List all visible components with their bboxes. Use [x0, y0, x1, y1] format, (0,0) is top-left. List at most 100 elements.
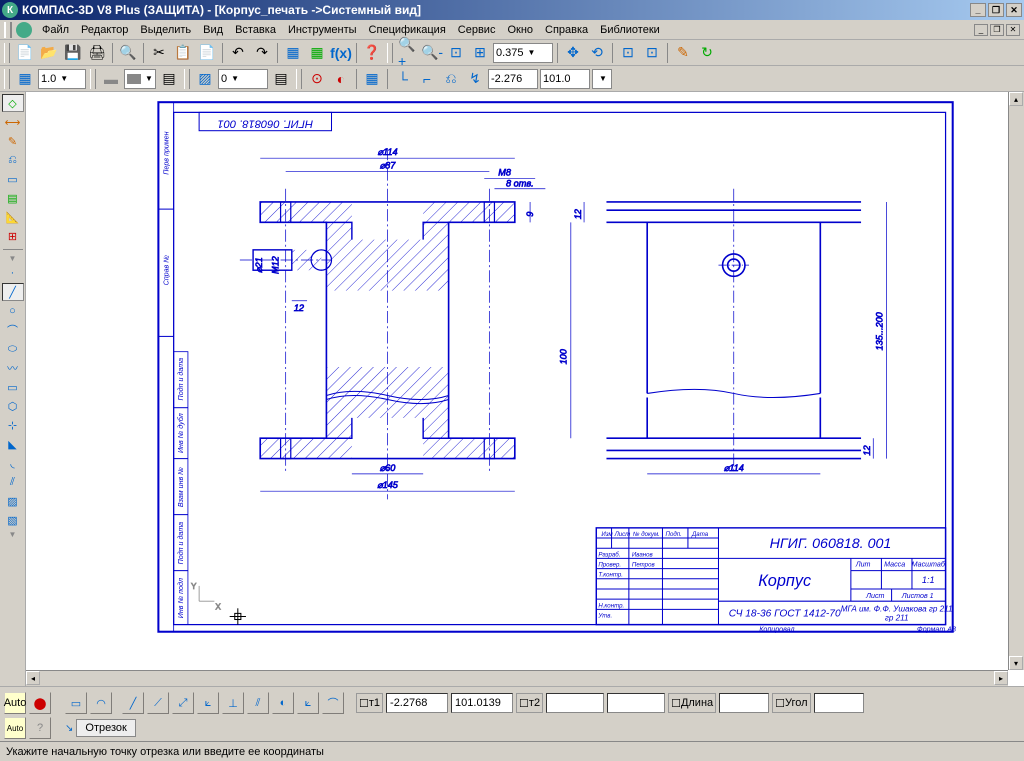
angle-lock[interactable]: ☐Угол — [772, 693, 810, 713]
zoom-out-button[interactable]: 🔍- — [421, 42, 443, 64]
tab-segment[interactable]: Отрезок — [76, 719, 135, 737]
toolbar-handle[interactable] — [184, 69, 190, 89]
region-tool[interactable]: ▧ — [2, 511, 24, 529]
menu-select[interactable]: Выделить — [134, 22, 197, 38]
restore-button[interactable]: ❐ — [988, 3, 1004, 17]
line-type-3[interactable]: ⤢ — [172, 692, 194, 714]
menu-lib[interactable]: Библиотеки — [594, 22, 666, 38]
ellipse-tool[interactable]: ⬭ — [2, 340, 24, 358]
fillet-tool[interactable]: ◟ — [2, 454, 24, 472]
chamfer-tool[interactable]: ◣ — [2, 435, 24, 453]
refresh-button[interactable]: ↻ — [696, 42, 718, 64]
t2-lock[interactable]: ☐т2 — [516, 693, 543, 713]
line-type-1[interactable]: ╱ — [122, 692, 144, 714]
hatch-tool[interactable]: ▨ — [2, 492, 24, 510]
coord-x-input[interactable] — [488, 69, 538, 89]
dim-button[interactable]: └ — [392, 68, 414, 90]
child-restore-button[interactable]: ❐ — [990, 24, 1004, 36]
line-type-8[interactable]: ⟀ — [297, 692, 319, 714]
length-field[interactable] — [719, 693, 769, 713]
layer-combo[interactable]: ▼ — [124, 69, 156, 89]
rotate-button[interactable]: ⟲ — [586, 42, 608, 64]
print-button[interactable]: 🖨 — [86, 42, 108, 64]
layer-button[interactable]: ▬ — [100, 68, 122, 90]
stop-button[interactable]: ⬤ — [29, 692, 51, 714]
help-arrow-button[interactable]: ❓ — [361, 42, 383, 64]
offset-tool[interactable]: ⫽ — [2, 473, 24, 491]
grid-button[interactable]: ▦ — [14, 68, 36, 90]
snap-mid-button[interactable]: ◐ — [330, 68, 352, 90]
zoom-next-button[interactable]: ⊡ — [641, 42, 663, 64]
drawing-canvas[interactable]: Перв примен Справ № Подп и дата Инв № ду… — [26, 92, 1024, 686]
vertical-scrollbar[interactable]: ▴ ▾ — [1008, 92, 1024, 670]
rect-tool[interactable]: ▭ — [2, 378, 24, 396]
menu-insert[interactable]: Вставка — [229, 22, 282, 38]
line-type-7[interactable]: ◐ — [272, 692, 294, 714]
manager-button[interactable]: ▦ — [306, 42, 328, 64]
redraw-button[interactable]: ✎ — [672, 42, 694, 64]
geometry-panel-button[interactable]: ◇ — [2, 94, 24, 112]
select-panel-button[interactable]: ▭ — [2, 170, 24, 188]
paste-button[interactable]: 📄 — [196, 42, 218, 64]
toolbar-handle[interactable] — [4, 22, 12, 38]
style-line-button[interactable]: ▭ — [65, 692, 87, 714]
variables-button[interactable]: f(x) — [330, 42, 352, 64]
zoom-prev-button[interactable]: ⊡ — [617, 42, 639, 64]
coord-dd[interactable]: ▼ — [592, 69, 612, 89]
line-type-4[interactable]: ⟀ — [197, 692, 219, 714]
polygon-tool[interactable]: ⬡ — [2, 397, 24, 415]
zoom-combo[interactable]: 0.375▼ — [493, 43, 553, 63]
line-type-6[interactable]: ⫽ — [247, 692, 269, 714]
coord-y-input[interactable] — [540, 69, 590, 89]
menu-service[interactable]: Сервис — [452, 22, 502, 38]
layers-button[interactable]: ▤ — [158, 68, 180, 90]
undo-button[interactable]: ↶ — [227, 42, 249, 64]
length-lock[interactable]: ☐Длина — [668, 693, 716, 713]
snap-end-button[interactable]: ⊙ — [306, 68, 328, 90]
style-arc-button[interactable]: ◠ — [90, 692, 112, 714]
auto-create-button[interactable]: Auto — [4, 692, 26, 714]
zoom-fit-button[interactable]: ⊞ — [469, 42, 491, 64]
line-tool[interactable]: ╱ — [2, 283, 24, 301]
toolbar-handle[interactable] — [4, 43, 10, 63]
cut-button[interactable]: ✂ — [148, 42, 170, 64]
close-button[interactable]: ✕ — [1006, 3, 1022, 17]
save-button[interactable]: 💾 — [62, 42, 84, 64]
toolbar-handle[interactable] — [90, 69, 96, 89]
arc-tool[interactable]: ⌒ — [2, 321, 24, 339]
line-type-2[interactable]: ⟋ — [147, 692, 169, 714]
toolbar-handle[interactable] — [4, 69, 10, 89]
zoom-in-button[interactable]: 🔍+ — [397, 42, 419, 64]
layer-manager-button[interactable]: ▤ — [270, 68, 292, 90]
spec-panel-button[interactable]: ⊞ — [2, 227, 24, 245]
local-button[interactable]: ⎌ — [440, 68, 462, 90]
menu-view[interactable]: Вид — [197, 22, 229, 38]
point-tool[interactable]: · — [2, 264, 24, 282]
t2-y-field[interactable] — [607, 693, 665, 713]
copy-button[interactable]: 📋 — [172, 42, 194, 64]
menu-window[interactable]: Окно — [501, 22, 539, 38]
circle-tool[interactable]: ○ — [2, 302, 24, 320]
menu-help[interactable]: Справка — [539, 22, 594, 38]
aux-line-tool[interactable]: ⊹ — [2, 416, 24, 434]
hatch-button[interactable]: ▨ — [194, 68, 216, 90]
spline-tool[interactable]: 〰 — [2, 359, 24, 377]
edit-panel-button[interactable]: ⎌ — [2, 151, 24, 169]
redo-button[interactable]: ↷ — [251, 42, 273, 64]
horizontal-scrollbar[interactable]: ◂ ▸ — [26, 670, 1008, 686]
zoom-window-button[interactable]: ⊡ — [445, 42, 467, 64]
assoc-panel-button[interactable]: ▤ — [2, 189, 24, 207]
preview-button[interactable]: 🔍 — [117, 42, 139, 64]
t1-x-field[interactable]: -2.2768 — [386, 693, 448, 713]
toolbar-handle[interactable] — [387, 43, 393, 63]
new-button[interactable]: 📄 — [14, 42, 36, 64]
round-button[interactable]: ⌐ — [416, 68, 438, 90]
dimensions-panel-button[interactable]: ⟷ — [2, 113, 24, 131]
layer-num-combo[interactable]: 0▼ — [218, 69, 268, 89]
menu-editor[interactable]: Редактор — [75, 22, 134, 38]
open-button[interactable]: 📂 — [38, 42, 60, 64]
minimize-button[interactable]: _ — [970, 3, 986, 17]
ortho-button[interactable]: ▦ — [361, 68, 383, 90]
t1-lock[interactable]: ☐т1 — [356, 693, 383, 713]
menu-tools[interactable]: Инструменты — [282, 22, 363, 38]
